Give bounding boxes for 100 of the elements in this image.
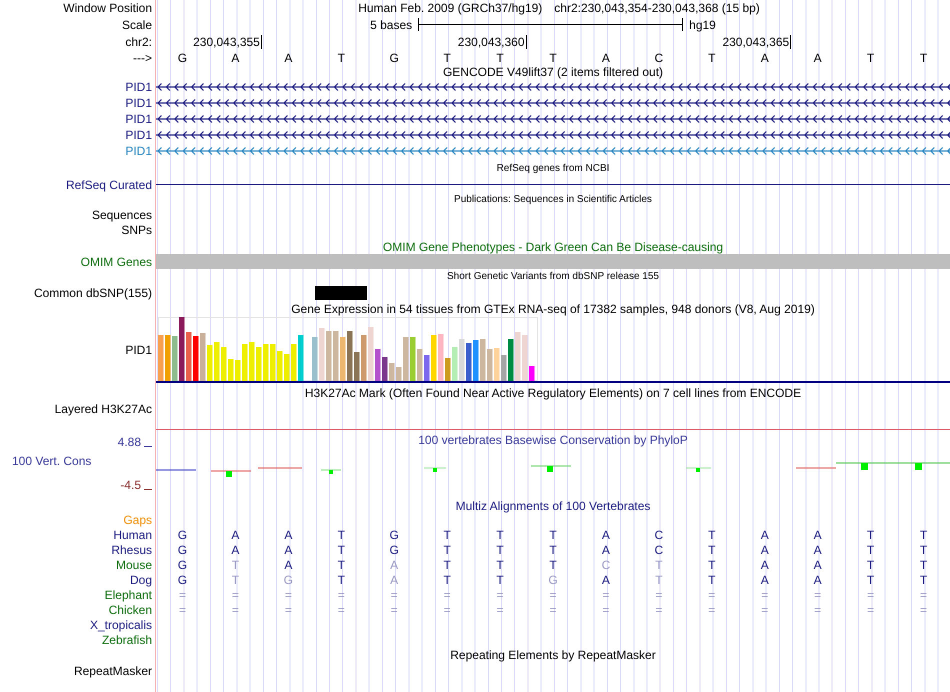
base-letter: T	[443, 574, 451, 586]
base-letter: G	[178, 574, 188, 586]
base-letter: T	[496, 528, 504, 540]
base-letter: A	[602, 544, 610, 556]
base-letter: A	[814, 52, 822, 64]
track-label[interactable]: --->	[133, 52, 152, 64]
base-letter: T	[549, 528, 557, 540]
base-letter: T	[655, 558, 663, 570]
ruler-position: 230,043,355	[193, 34, 262, 48]
base-letter: =	[496, 588, 504, 600]
base-letter: T	[338, 52, 345, 64]
base-letter: G	[390, 52, 399, 64]
track-label[interactable]: RepeatMasker	[74, 664, 152, 676]
base-letter: =	[338, 588, 345, 600]
base-letter: T	[708, 52, 716, 64]
base-letter: =	[390, 588, 398, 600]
track-label[interactable]: Layered H3K27Ac	[54, 403, 152, 415]
base-letter: G	[178, 528, 188, 540]
track-label[interactable]: RefSeq Curated	[66, 178, 152, 190]
track-label[interactable]: Scale	[122, 18, 152, 30]
base-letter: =	[761, 588, 768, 600]
base-letter: =	[814, 604, 822, 616]
axis-min-label: -4.5	[120, 479, 141, 491]
base-letter: =	[814, 588, 822, 600]
base-letter: A	[231, 544, 240, 556]
track-label[interactable]: Sequences	[92, 208, 152, 220]
track-title: GENCODE V49lift37 (2 items filtered out)	[442, 66, 664, 78]
base-letter: T	[338, 528, 345, 540]
base-letter: T	[708, 558, 716, 570]
track-label[interactable]: PID1	[125, 97, 152, 109]
track-label[interactable]: PID1	[125, 129, 152, 141]
species-label: Elephant	[104, 588, 152, 600]
base-letter: =	[655, 588, 662, 600]
base-letter: T	[920, 544, 928, 556]
track-title: Short Genetic Variants from dbSNP release 155	[447, 272, 659, 282]
base-letter: C	[602, 558, 610, 570]
base-letter: =	[920, 588, 928, 600]
base-letter: A	[284, 544, 292, 556]
species-label: Human	[113, 528, 152, 540]
base-letter: T	[920, 528, 928, 540]
base-letter: T	[866, 544, 874, 556]
base-letter: =	[444, 588, 451, 600]
track-label[interactable]: PID1	[125, 81, 152, 93]
base-letter: T	[708, 574, 716, 586]
base-letter: T	[549, 52, 557, 64]
base-letter: G	[178, 558, 188, 570]
track-label[interactable]: SNPs	[121, 224, 152, 236]
snp-bar[interactable]	[315, 286, 367, 300]
track-label[interactable]: Common dbSNP(155)	[34, 286, 152, 298]
base-letter: T	[655, 574, 663, 586]
base-letter: T	[443, 528, 451, 540]
track-label[interactable]: PID1	[125, 344, 152, 356]
track-title: Gene Expression in 54 tissues from GTEx RNA-seq of 17382 samples, 948 donors (V8, Aug 2019)	[291, 302, 815, 314]
species-label: Zebrafish	[102, 634, 152, 646]
base-letter: T	[866, 528, 874, 540]
track-title: Repeating Elements by RepeatMasker	[450, 649, 656, 661]
base-letter: T	[443, 52, 451, 64]
base-letter: =	[178, 604, 186, 616]
base-letter: T	[920, 574, 928, 586]
track-label[interactable]: chr2:	[125, 36, 152, 48]
base-letter: T	[496, 574, 504, 586]
base-letter: C	[654, 528, 664, 540]
base-letter: A	[390, 574, 398, 586]
species-label: Dog	[130, 574, 152, 586]
track-label[interactable]: OMIM Genes	[80, 256, 152, 268]
base-letter: =	[338, 604, 345, 616]
base-letter: =	[920, 604, 928, 616]
track-label[interactable]: PID1	[125, 113, 152, 125]
base-letter: A	[284, 528, 292, 540]
species-label: Chicken	[108, 604, 152, 616]
base-letter: =	[655, 604, 662, 616]
assembly-label: hg19	[689, 18, 716, 30]
track-title: Multiz Alignments of 100 Vertebrates	[456, 500, 650, 512]
base-letter: T	[708, 544, 716, 556]
track-label[interactable]: Window Position	[63, 2, 152, 14]
track-label[interactable]: PID1	[125, 145, 152, 157]
base-letter: T	[496, 52, 504, 64]
base-letter: T	[866, 52, 874, 64]
species-label: X_tropicalis	[90, 618, 152, 630]
base-letter: T	[443, 558, 451, 570]
base-letter: =	[708, 604, 716, 616]
base-letter: T	[549, 558, 557, 570]
base-letter: =	[867, 604, 874, 616]
base-letter: C	[654, 544, 664, 556]
track-label[interactable]: 100 Vert. Cons	[12, 454, 92, 466]
base-letter: G	[178, 544, 188, 556]
base-letter: G	[390, 544, 399, 556]
track-title: Publications: Sequences in Scientific Articles	[454, 194, 652, 204]
base-letter: T	[920, 52, 928, 64]
track-title: OMIM Gene Phenotypes - Dark Green Can Be Disease-causing	[382, 241, 724, 253]
base-letter: =	[284, 588, 292, 600]
base-letter: =	[867, 588, 874, 600]
base-letter: A	[760, 52, 769, 64]
base-letter: A	[284, 558, 292, 570]
track-title: 100 vertebrates Basewise Conservation by PhyloP	[418, 434, 688, 446]
base-letter: =	[178, 588, 186, 600]
base-letter: A	[602, 574, 610, 586]
base-letter: =	[232, 588, 239, 600]
base-letter: A	[814, 528, 822, 540]
base-letter: C	[654, 52, 664, 64]
